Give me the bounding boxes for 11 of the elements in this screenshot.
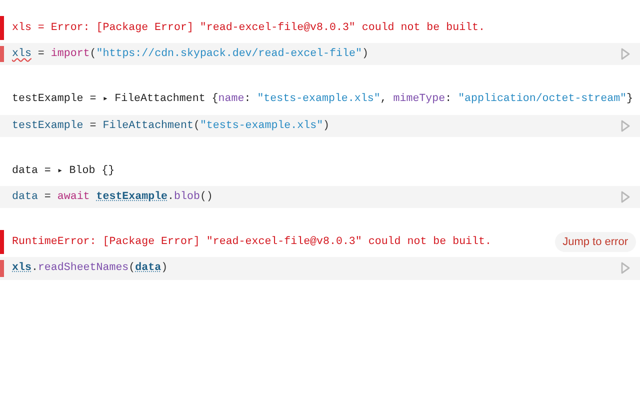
run-icon[interactable] [621,191,630,204]
run-icon[interactable] [621,262,630,274]
output-value: data = ▸ Blob {} [11,164,115,179]
output-value: testExample = ▸ FileAttachment {name: "tests-example.xls", mimeType: "application/octet-stream"} [11,92,634,108]
code-line[interactable]: xls.readSheetNames(data) [0,260,168,276]
run-icon[interactable] [621,120,630,132]
jump-to-error-button[interactable]: Jump to error [554,232,636,252]
code-line[interactable]: testExample = FileAttachment("tests-example.xls") [0,118,330,134]
code-line[interactable]: xls = import("https://cdn.skypack.dev/read-excel-file") [0,46,368,62]
run-icon[interactable] [621,48,630,60]
code-line[interactable]: data = await testExample.blob() [0,188,213,206]
